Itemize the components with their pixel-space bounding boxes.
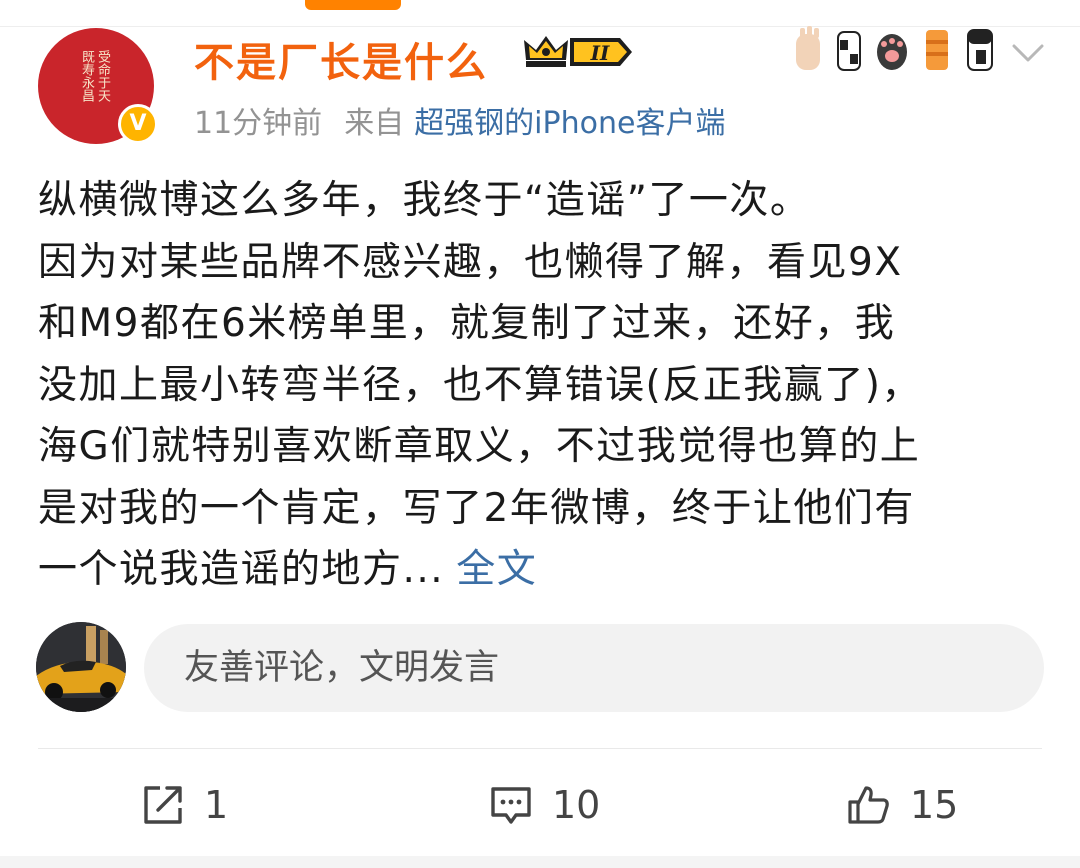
- cat-paw-decoration-icon: [796, 26, 993, 71]
- comment-count: 10: [552, 783, 601, 827]
- chevron-down-icon[interactable]: [1008, 38, 1048, 68]
- actions-divider: [38, 748, 1042, 749]
- post-last-line: 一个说我造谣的地方... 全文: [38, 539, 1048, 601]
- crown-level-icon[interactable]: II: [520, 30, 636, 74]
- share-icon: [144, 786, 182, 824]
- avatar-seal-text: 受命于天 既寿永昌: [78, 50, 110, 102]
- repost-count: 1: [204, 783, 229, 827]
- thumbs-up-icon: [848, 786, 889, 824]
- comment-icon: [491, 787, 531, 824]
- post-line: 纵横微博这么多年，我终于“造谣”了一次。: [38, 178, 811, 223]
- post-line: 是对我的一个肯定，写了2年微博，终于让他们有: [38, 485, 915, 531]
- full-text-link[interactable]: 全文: [456, 547, 537, 592]
- car-photo-icon: [36, 622, 126, 712]
- post-meta: 11分钟前 来自 超强钢的iPhone客户端: [194, 98, 725, 142]
- source-prefix: 来自: [344, 106, 405, 141]
- author-name[interactable]: 不是厂长是什么: [194, 30, 488, 88]
- active-tab-indicator: [305, 0, 401, 10]
- post-line: 因为对某些品牌不感兴趣，也懒得了解，看见9X: [38, 239, 903, 285]
- next-card-edge: [0, 856, 1080, 868]
- commenter-avatar[interactable]: [36, 622, 126, 712]
- source-link[interactable]: 超强钢的iPhone客户端: [414, 106, 725, 141]
- like-count: 15: [910, 783, 959, 827]
- comment-button[interactable]: 10: [488, 780, 600, 830]
- level-text: II: [590, 41, 610, 65]
- avatar-seal-line-2: 既寿永昌: [79, 50, 94, 102]
- avatar-seal-line-1: 受命于天: [95, 50, 110, 102]
- post-line: 海G们就特别喜欢断章取义，不过我觉得也算的上: [38, 424, 921, 469]
- post-line: 和M9都在6米榜单里，就复制了过来，还好，我: [38, 301, 896, 346]
- post-line: 没加上最小转弯半径，也不算错误(反正我赢了)，: [38, 362, 922, 408]
- post-time: 11分钟前: [194, 106, 323, 141]
- like-button[interactable]: 15: [846, 780, 958, 830]
- post-content: 纵横微博这么多年，我终于“造谣”了一次。 因为对某些品牌不感兴趣，也懒得了解，看…: [38, 170, 1048, 601]
- post-line: 一个说我造谣的地方...: [38, 547, 445, 592]
- comment-input[interactable]: 友善评论，文明发言: [144, 624, 1044, 712]
- verified-badge-icon: V: [118, 104, 158, 144]
- repost-button[interactable]: 1: [140, 780, 228, 830]
